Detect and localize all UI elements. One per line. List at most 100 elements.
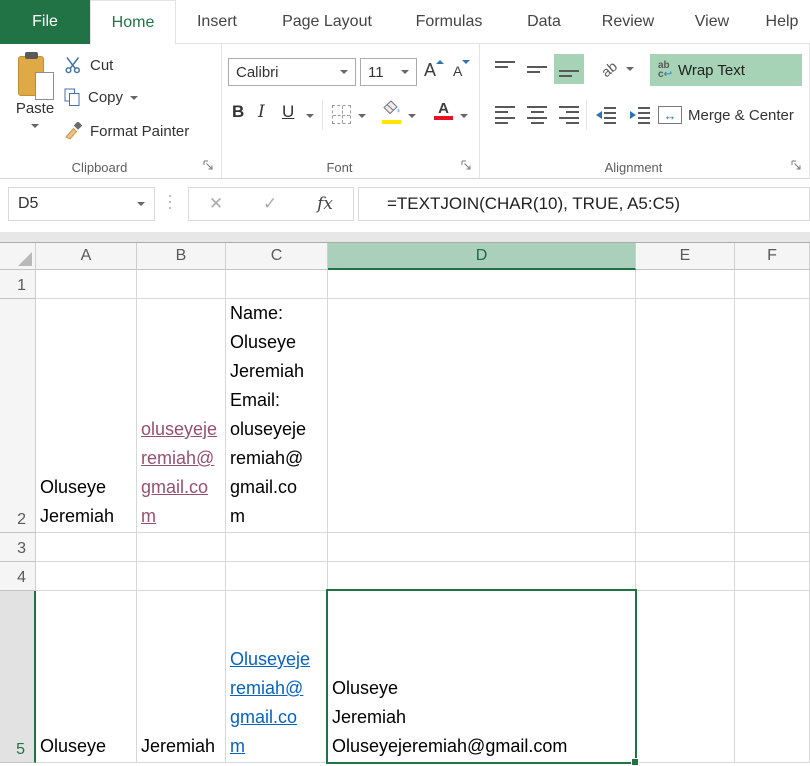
- font-size-combobox[interactable]: 11: [360, 58, 417, 86]
- decrease-indent-button[interactable]: [590, 100, 622, 130]
- cell-D4[interactable]: [328, 562, 636, 591]
- formula-input[interactable]: =TEXTJOIN(CHAR(10), TRUE, A5:C5): [358, 187, 810, 221]
- cell-B5[interactable]: Jeremiah: [137, 591, 226, 763]
- column-header-A[interactable]: A: [36, 243, 137, 270]
- top-align-icon: [495, 61, 515, 77]
- cell-F3[interactable]: [735, 533, 810, 562]
- row-header-5[interactable]: 5: [0, 591, 36, 763]
- cell-D2[interactable]: [328, 299, 636, 533]
- row-header-2[interactable]: 2: [0, 299, 36, 533]
- tab-formulas[interactable]: Formulas: [396, 0, 502, 44]
- cell-E2[interactable]: [636, 299, 735, 533]
- cell-E3[interactable]: [636, 533, 735, 562]
- cell-F2[interactable]: [735, 299, 810, 533]
- fill-color-dropdown-caret[interactable]: [408, 114, 416, 118]
- name-box-caret[interactable]: [137, 202, 145, 206]
- borders-dropdown-caret[interactable]: [358, 114, 366, 118]
- column-header-D[interactable]: D: [328, 243, 636, 270]
- italic-button[interactable]: I: [258, 102, 265, 122]
- align-left-button[interactable]: [490, 100, 520, 130]
- tab-home[interactable]: Home: [90, 0, 176, 45]
- formula-bar-resize-dots[interactable]: [169, 195, 171, 209]
- tab-insert[interactable]: Insert: [176, 0, 258, 44]
- cell-F5[interactable]: [735, 591, 810, 763]
- cell-B3[interactable]: [137, 533, 226, 562]
- formula-bar-buttons: ✕ ✓ fx: [188, 187, 354, 221]
- underline-dropdown-caret[interactable]: [306, 114, 314, 118]
- font-size-caret[interactable]: [401, 70, 409, 74]
- cell-F4[interactable]: [735, 562, 810, 591]
- font-name-caret[interactable]: [340, 70, 348, 74]
- tab-data[interactable]: Data: [502, 0, 586, 44]
- fill-color-button[interactable]: [382, 100, 402, 124]
- cell-C2[interactable]: Name: Oluseye Jeremiah Email: oluseyeje …: [226, 299, 328, 533]
- cancel-icon[interactable]: ✕: [209, 194, 223, 214]
- tab-file[interactable]: File: [0, 0, 90, 44]
- orientation-dropdown-caret[interactable]: [626, 67, 634, 71]
- cell-A3[interactable]: [36, 533, 137, 562]
- cut-button[interactable]: Cut: [64, 56, 113, 74]
- copy-button[interactable]: Copy: [64, 88, 138, 107]
- cell-E5[interactable]: [636, 591, 735, 763]
- cell-A1[interactable]: [36, 270, 137, 299]
- alignment-dialog-launcher-icon[interactable]: [791, 160, 803, 172]
- insert-function-icon[interactable]: fx: [317, 194, 333, 214]
- increase-font-size-button[interactable]: A: [424, 60, 444, 81]
- column-header-C[interactable]: C: [226, 243, 328, 270]
- decrease-font-size-button[interactable]: A: [453, 60, 470, 79]
- borders-button[interactable]: [332, 105, 351, 124]
- tab-page-layout[interactable]: Page Layout: [258, 0, 396, 44]
- font-color-button[interactable]: A: [434, 101, 453, 120]
- cell-D1[interactable]: [328, 270, 636, 299]
- enter-icon[interactable]: ✓: [263, 194, 277, 214]
- name-box[interactable]: D5: [8, 187, 155, 221]
- underline-button[interactable]: U: [282, 102, 294, 122]
- cell-A2[interactable]: Oluseye Jeremiah: [36, 299, 137, 533]
- column-header-F[interactable]: F: [735, 243, 810, 270]
- format-painter-button[interactable]: Format Painter: [64, 122, 189, 141]
- row-header-1[interactable]: 1: [0, 270, 36, 299]
- align-center-button[interactable]: [522, 100, 552, 130]
- cell-C1[interactable]: [226, 270, 328, 299]
- paste-button[interactable]: Paste: [8, 52, 62, 164]
- paste-dropdown-caret[interactable]: [31, 124, 39, 128]
- clipboard-dialog-launcher-icon[interactable]: [203, 160, 215, 172]
- font-dialog-launcher-icon[interactable]: [461, 160, 473, 172]
- cell-A4[interactable]: [36, 562, 137, 591]
- cell-A5[interactable]: Oluseye: [36, 591, 137, 763]
- tab-review[interactable]: Review: [586, 0, 670, 44]
- wrap-text-button[interactable]: ab c↩ Wrap Text: [650, 54, 802, 86]
- align-right-button[interactable]: [554, 100, 584, 130]
- cell-E4[interactable]: [636, 562, 735, 591]
- font-color-dropdown-caret[interactable]: [460, 114, 468, 118]
- hyperlink-line: remiah@: [230, 674, 303, 703]
- cell-F1[interactable]: [735, 270, 810, 299]
- tab-view[interactable]: View: [670, 0, 754, 44]
- middle-align-button[interactable]: [522, 54, 552, 84]
- cell-D3[interactable]: [328, 533, 636, 562]
- bold-button[interactable]: B: [232, 102, 244, 122]
- bottom-align-button[interactable]: [554, 54, 584, 84]
- orientation-button[interactable]: ab: [591, 51, 628, 88]
- tab-help[interactable]: Help: [754, 0, 810, 44]
- font-name-combobox[interactable]: Calibri: [228, 58, 356, 86]
- column-header-E[interactable]: E: [636, 243, 735, 270]
- cell-B1[interactable]: [137, 270, 226, 299]
- merge-and-center-button[interactable]: ↔ Merge & Center: [658, 100, 810, 130]
- cell-C4[interactable]: [226, 562, 328, 591]
- cell-C5[interactable]: Oluseyeje remiah@ gmail.co m: [226, 591, 328, 763]
- row-header-4[interactable]: 4: [0, 562, 36, 591]
- copy-dropdown-caret[interactable]: [130, 96, 138, 100]
- fill-handle[interactable]: [631, 758, 639, 766]
- hyperlink-line: m: [230, 732, 245, 761]
- row-header-3[interactable]: 3: [0, 533, 36, 562]
- increase-indent-button[interactable]: [624, 100, 656, 130]
- cell-C3[interactable]: [226, 533, 328, 562]
- cell-B2[interactable]: oluseyeje remiah@ gmail.co m: [137, 299, 226, 533]
- column-header-B[interactable]: B: [137, 243, 226, 270]
- top-align-button[interactable]: [490, 54, 520, 84]
- select-all-button[interactable]: [0, 243, 36, 270]
- cell-B4[interactable]: [137, 562, 226, 591]
- cell-E1[interactable]: [636, 270, 735, 299]
- cell-D5[interactable]: Oluseye Jeremiah Oluseyejeremiah@gmail.c…: [328, 591, 636, 763]
